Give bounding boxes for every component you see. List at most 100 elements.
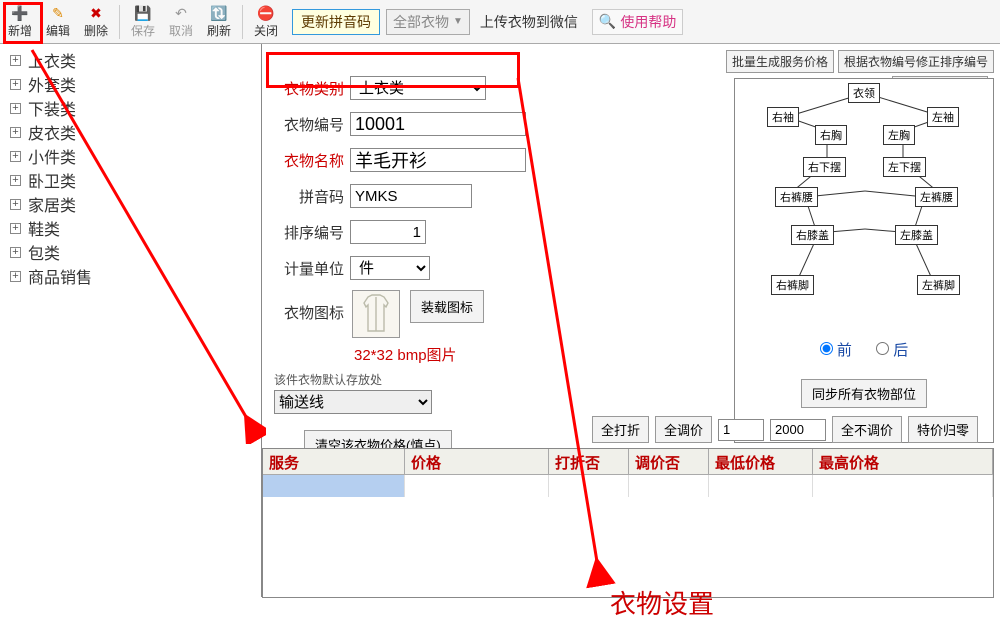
new-button[interactable]: ➕新增 (2, 2, 38, 42)
part-l-sleeve[interactable]: 左袖 (927, 107, 959, 127)
refresh-icon: 🔃 (210, 4, 228, 22)
price-adjust-bar: 全打折 全调价 全不调价 特价归零 (592, 416, 994, 443)
unit-select[interactable]: 件 (350, 256, 430, 280)
expand-icon[interactable]: + (10, 127, 21, 138)
close-icon: ⛔ (257, 4, 275, 22)
tree-item[interactable]: +小件类 (2, 144, 259, 168)
close-button[interactable]: ⛔关闭 (248, 2, 284, 42)
name-input[interactable] (350, 148, 526, 172)
edit-button[interactable]: ✎编辑 (40, 2, 76, 42)
main-toolbar: ➕新增 ✎编辑 ✖删除 💾保存 ↶取消 🔃刷新 ⛔关闭 更新拼音码 全部衣物▼ … (0, 0, 1000, 44)
expand-icon[interactable]: + (10, 247, 21, 258)
tree-item[interactable]: +皮衣类 (2, 120, 259, 144)
order-label: 排序编号 (268, 222, 350, 243)
disk-icon: 💾 (134, 4, 152, 22)
tree-item[interactable]: +包类 (2, 240, 259, 264)
load-icon-button[interactable]: 装载图标 (410, 290, 484, 323)
expand-icon[interactable]: + (10, 199, 21, 210)
pinyin-input[interactable] (350, 184, 472, 208)
expand-icon[interactable]: + (10, 271, 21, 282)
sync-parts-button[interactable]: 同步所有衣物部位 (801, 379, 927, 408)
no-adjust-button[interactable]: 全不调价 (832, 416, 902, 443)
order-input[interactable] (350, 220, 426, 244)
part-l-foot[interactable]: 左裤脚 (917, 275, 960, 295)
col-price: 价格 (405, 449, 549, 474)
part-r-foot[interactable]: 右裤脚 (771, 275, 814, 295)
tree-item[interactable]: +商品销售 (2, 264, 259, 288)
chevron-down-icon: ▼ (453, 16, 463, 27)
code-label: 衣物编号 (268, 114, 350, 135)
name-label: 衣物名称 (268, 150, 350, 171)
icon-label: 衣物图标 (268, 290, 350, 323)
content-pane: 批量生成服务价格 根据衣物编号修正排序编号 全部变微信衣物 衣物类别 上衣类 衣… (262, 44, 1000, 597)
front-radio[interactable]: 前 (820, 342, 852, 359)
cancel-button[interactable]: ↶取消 (163, 2, 199, 42)
part-l-lower-hem[interactable]: 左下摆 (883, 157, 926, 177)
tree-item[interactable]: +卧卫类 (2, 168, 259, 192)
front-back-radios: 前 后 (735, 339, 993, 360)
batch-price-button[interactable]: 批量生成服务价格 (726, 50, 834, 73)
help-button[interactable]: 🔍使用帮助 (592, 9, 683, 35)
grid-row[interactable] (263, 475, 993, 497)
expand-icon[interactable]: + (10, 175, 21, 186)
price-grid: 服务 价格 打折否 调价否 最低价格 最高价格 (262, 448, 994, 598)
fix-sortcode-button[interactable]: 根据衣物编号修正排序编号 (838, 50, 994, 73)
undo-icon: ↶ (172, 4, 190, 22)
storage-select[interactable]: 输送线 (274, 390, 432, 414)
pencil-icon: ✎ (49, 4, 67, 22)
pinyin-label: 拼音码 (268, 186, 350, 207)
separator (119, 5, 120, 39)
part-r-sleeve[interactable]: 右袖 (767, 107, 799, 127)
refresh-button[interactable]: 🔃刷新 (201, 2, 237, 42)
tree-item[interactable]: +家居类 (2, 192, 259, 216)
part-r-chest[interactable]: 右胸 (815, 125, 847, 145)
update-pinyin-button[interactable]: 更新拼音码 (292, 9, 380, 35)
upload-wechat-button[interactable]: 上传衣物到微信 (480, 12, 578, 32)
expand-icon[interactable]: + (10, 55, 21, 66)
expand-icon[interactable]: + (10, 103, 21, 114)
category-label: 衣物类别 (268, 78, 350, 99)
adjust-input-1[interactable] (718, 419, 764, 441)
back-radio[interactable]: 后 (876, 342, 908, 359)
clothing-icon-preview (352, 290, 400, 338)
delete-button[interactable]: ✖删除 (78, 2, 114, 42)
part-r-lower-hem[interactable]: 右下摆 (803, 157, 846, 177)
code-input[interactable] (350, 112, 526, 136)
tree-item[interactable]: +外套类 (2, 72, 259, 96)
expand-icon[interactable]: + (10, 223, 21, 234)
tree-item[interactable]: +上衣类 (2, 48, 259, 72)
part-r-waist[interactable]: 右裤腰 (775, 187, 818, 207)
col-minprice: 最低价格 (709, 449, 813, 474)
unit-label: 计量单位 (268, 258, 350, 279)
part-r-knee[interactable]: 右膝盖 (791, 225, 834, 245)
search-icon: 🔍 (599, 13, 616, 30)
col-service: 服务 (263, 449, 405, 474)
col-discount: 打折否 (549, 449, 629, 474)
plus-icon: ➕ (11, 4, 29, 22)
grid-cell-selected[interactable] (263, 475, 405, 497)
tree-item[interactable]: +鞋类 (2, 216, 259, 240)
part-l-waist[interactable]: 左裤腰 (915, 187, 958, 207)
category-select[interactable]: 上衣类 (350, 76, 486, 100)
special-zero-button[interactable]: 特价归零 (908, 416, 978, 443)
annotation-label: 衣物设置 (610, 584, 714, 621)
x-icon: ✖ (87, 4, 105, 22)
sweater-icon (358, 293, 394, 335)
adjust-input-2[interactable] (770, 419, 826, 441)
all-adjust-button[interactable]: 全调价 (655, 416, 712, 443)
col-adjust: 调价否 (629, 449, 709, 474)
expand-icon[interactable]: + (10, 151, 21, 162)
all-discount-button[interactable]: 全打折 (592, 416, 649, 443)
all-clothes-dropdown[interactable]: 全部衣物▼ (386, 9, 470, 35)
part-l-knee[interactable]: 左膝盖 (895, 225, 938, 245)
body-diagram-panel: 衣领 右袖 左袖 右胸 左胸 右下摆 左下摆 右裤腰 左裤腰 右膝盖 左膝盖 右… (734, 78, 994, 443)
save-button[interactable]: 💾保存 (125, 2, 161, 42)
category-tree: +上衣类 +外套类 +下装类 +皮衣类 +小件类 +卧卫类 +家居类 +鞋类 +… (0, 44, 262, 597)
top-right-buttons: 批量生成服务价格 根据衣物编号修正排序编号 (726, 50, 994, 73)
expand-icon[interactable]: + (10, 79, 21, 90)
grid-body-empty (263, 497, 993, 597)
grid-header: 服务 价格 打折否 调价否 最低价格 最高价格 (263, 449, 993, 475)
tree-item[interactable]: +下装类 (2, 96, 259, 120)
part-l-chest[interactable]: 左胸 (883, 125, 915, 145)
part-collar[interactable]: 衣领 (848, 83, 880, 103)
